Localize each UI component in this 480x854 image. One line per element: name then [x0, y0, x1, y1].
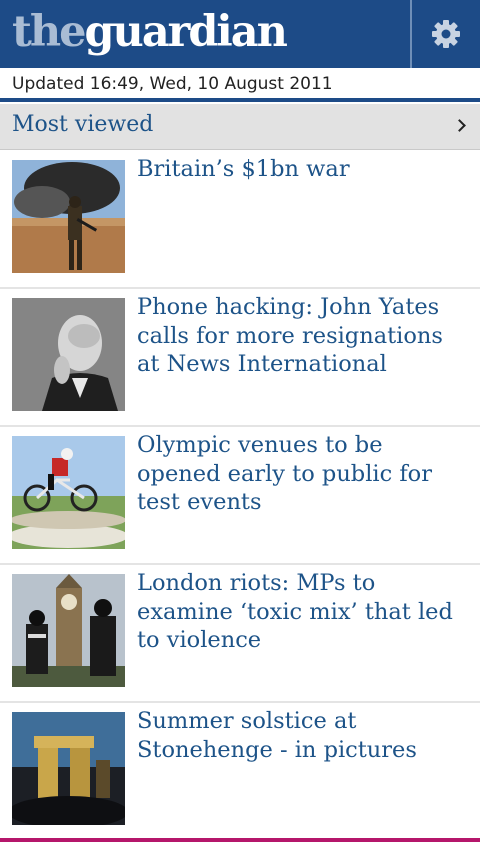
article-headline: Olympic venues to be opened early to pub… [137, 432, 432, 515]
soldier-desert-photo [12, 160, 125, 273]
article-item[interactable]: London riots: MPs to examine ‘toxic mix’… [0, 565, 480, 703]
section-title: Most viewed [12, 112, 154, 137]
settings-button[interactable] [412, 0, 480, 68]
updated-bar: Updated 16:49, Wed, 10 August 2011 [0, 68, 480, 102]
article-headline: London riots: MPs to examine ‘toxic mix’… [137, 570, 453, 653]
article-item[interactable]: Summer solstice at Stonehenge - in pictu… [0, 703, 480, 841]
section-header-most-viewed[interactable]: Most viewed [0, 104, 480, 150]
article-item[interactable]: Olympic venues to be opened early to pub… [0, 427, 480, 565]
gear-icon [432, 20, 460, 48]
article-item[interactable]: Britain’s $1bn war [0, 151, 480, 289]
article-headline: Britain’s $1bn war [137, 156, 350, 182]
bottom-section-strip [0, 838, 480, 854]
mountain-biker-photo [12, 436, 125, 549]
logo-the: the [12, 7, 86, 57]
article-headline: Phone hacking: John Yates calls for more… [137, 294, 443, 377]
john-yates-portrait-photo [12, 298, 125, 411]
stonehenge-photo [12, 712, 125, 825]
logo-guardian: guardian [84, 7, 287, 57]
updated-timestamp: Updated 16:49, Wed, 10 August 2011 [12, 74, 333, 94]
article-list: Britain’s $1bn war Phone hacking: John Y… [0, 151, 480, 841]
guardian-logo[interactable]: theguardian [12, 4, 288, 60]
article-headline: Summer solstice at Stonehenge - in pictu… [137, 708, 417, 763]
police-big-ben-photo [12, 574, 125, 687]
article-item[interactable]: Phone hacking: John Yates calls for more… [0, 289, 480, 427]
chevron-right-icon [453, 119, 466, 132]
app-header: theguardian [0, 0, 480, 68]
